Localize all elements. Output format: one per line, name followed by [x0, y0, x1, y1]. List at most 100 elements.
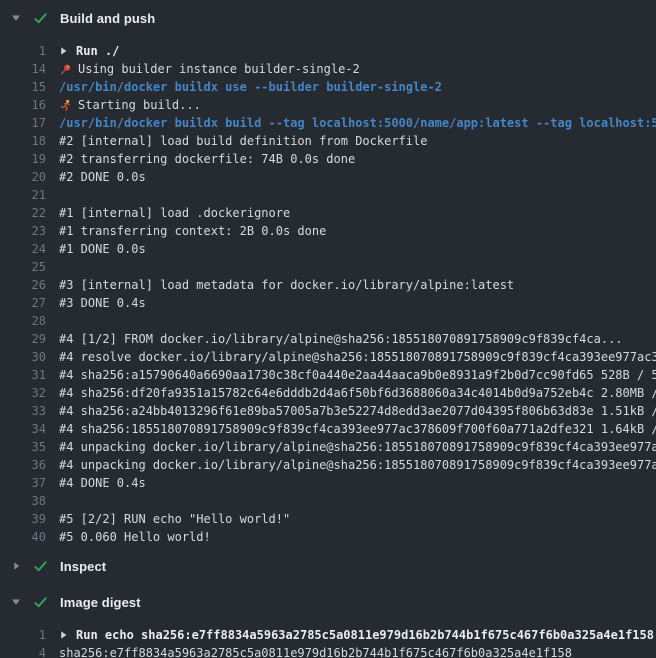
log-line: 38: [0, 492, 656, 510]
log-text: [59, 186, 656, 204]
log-line: 26 #3 [internal] load metadata for docker…: [0, 276, 656, 294]
run-group-line: 1 Run echo sha256:e7ff8834a5963a2785c5a08…: [0, 626, 656, 644]
line-number[interactable]: 31: [0, 366, 46, 384]
log-message: Run ./: [76, 42, 119, 60]
line-number[interactable]: 21: [0, 186, 46, 204]
log-message: #4 DONE 0.4s: [59, 474, 146, 492]
log-message: #4 resolve docker.io/library/alpine@sha2…: [59, 348, 656, 366]
log-line: 20 #2 DONE 0.0s: [0, 168, 656, 186]
section-title: Inspect: [60, 559, 106, 574]
line-number[interactable]: 1: [0, 42, 46, 60]
log-line: 16Starting build...: [0, 96, 656, 114]
log-line: 14 Using builder instance builder-single-…: [0, 60, 656, 78]
log-message: #2 DONE 0.0s: [59, 168, 146, 186]
caret-right-icon[interactable]: [59, 46, 68, 56]
line-number[interactable]: 19: [0, 150, 46, 168]
log-text: #5 [2/2] RUN echo "Hello world!": [59, 510, 656, 528]
pushpin-icon: [59, 63, 72, 76]
line-number[interactable]: 27: [0, 294, 46, 312]
section-header-build-and-push[interactable]: Build and push: [0, 2, 656, 34]
log-message: #1 [internal] load .dockerignore: [59, 204, 290, 222]
line-number[interactable]: 20: [0, 168, 46, 186]
log-text: #4 sha256:a15790640a6690aa1730c38cf0a440…: [59, 366, 656, 384]
log-line: 27 #3 DONE 0.4s: [0, 294, 656, 312]
log-text: #3 [internal] load metadata for docker.i…: [59, 276, 656, 294]
line-number[interactable]: 37: [0, 474, 46, 492]
log-line: 37 #4 DONE 0.4s: [0, 474, 656, 492]
caret-down-icon[interactable]: [10, 597, 22, 607]
line-number[interactable]: 1: [0, 626, 46, 644]
log-line: 30 #4 resolve docker.io/library/alpine@sh…: [0, 348, 656, 366]
log-line: 39 #5 [2/2] RUN echo "Hello world!": [0, 510, 656, 528]
log-text: Run echo sha256:e7ff8834a5963a2785c5a081…: [59, 626, 656, 644]
log-line: 32 #4 sha256:df20fa9351a15782c64e6dddb2d4…: [0, 384, 656, 402]
line-number[interactable]: 38: [0, 492, 46, 510]
section-title: Build and push: [60, 11, 155, 26]
log-text: #5 0.060 Hello world!: [59, 528, 656, 546]
log-lines: 1 Run ./ 14 Using builder instance builder-…: [0, 34, 656, 546]
log-line: 21: [0, 186, 656, 204]
log-message: #4 [1/2] FROM docker.io/library/alpine@s…: [59, 330, 623, 348]
log-text: #4 sha256:185518070891758909c9f839cf4ca3…: [59, 420, 656, 438]
log-message: #4 sha256:df20fa9351a15782c64e6dddb2d4a6…: [59, 384, 656, 402]
log-text: Run ./: [59, 42, 656, 60]
line-number[interactable]: 35: [0, 438, 46, 456]
line-number[interactable]: 16: [0, 96, 46, 114]
caret-down-icon[interactable]: [10, 13, 22, 23]
line-number[interactable]: 4: [0, 644, 46, 658]
log-line: 40 #5 0.060 Hello world!: [0, 528, 656, 546]
log-message: Run echo sha256:e7ff8834a5963a2785c5a081…: [76, 626, 654, 644]
log-text: #2 transferring dockerfile: 74B 0.0s don…: [59, 150, 656, 168]
line-number[interactable]: 17: [0, 114, 46, 132]
log-text: #4 resolve docker.io/library/alpine@sha2…: [59, 348, 656, 366]
line-number[interactable]: 26: [0, 276, 46, 294]
section-title: Image digest: [60, 595, 141, 610]
line-number[interactable]: 18: [0, 132, 46, 150]
log-message: #4 sha256:a15790640a6690aa1730c38cf0a440…: [59, 366, 656, 384]
log-text: #1 DONE 0.0s: [59, 240, 656, 258]
line-number[interactable]: 14: [0, 60, 46, 78]
log-message: Using builder instance builder-single-2: [78, 60, 360, 78]
caret-right-icon[interactable]: [10, 561, 22, 571]
line-number[interactable]: 25: [0, 258, 46, 276]
line-number[interactable]: 29: [0, 330, 46, 348]
log-line: 35#4 unpacking docker.io/library/alpine@…: [0, 438, 656, 456]
section-header-image-digest[interactable]: Image digest: [0, 586, 656, 618]
line-number[interactable]: 30: [0, 348, 46, 366]
line-number[interactable]: 28: [0, 312, 46, 330]
log-text: [59, 258, 656, 276]
log-line: 18#2 [internal] load build definition fr…: [0, 132, 656, 150]
log-line: 25: [0, 258, 656, 276]
log-line: 29 #4 [1/2] FROM docker.io/library/alpine…: [0, 330, 656, 348]
log-line: 4 sha256:e7ff8834a5963a2785c5a0811e979d16…: [0, 644, 656, 658]
log-message: sha256:e7ff8834a5963a2785c5a0811e979d16b…: [59, 644, 572, 658]
log-text: Using builder instance builder-single-2: [59, 60, 656, 78]
line-number[interactable]: 23: [0, 222, 46, 240]
log-line: 31 #4 sha256:a15790640a6690aa1730c38cf0a4…: [0, 366, 656, 384]
log-line: 23#1 transferring context: 2B 0.0s done: [0, 222, 656, 240]
line-number[interactable]: 40: [0, 528, 46, 546]
log-message: #5 [2/2] RUN echo "Hello world!": [59, 510, 290, 528]
log-text: #4 sha256:df20fa9351a15782c64e6dddb2d4a6…: [59, 384, 656, 402]
line-number[interactable]: 32: [0, 384, 46, 402]
log-text: /usr/bin/docker buildx build --tag local…: [59, 114, 656, 132]
line-number[interactable]: 39: [0, 510, 46, 528]
line-number[interactable]: 22: [0, 204, 46, 222]
section-header-inspect[interactable]: Inspect: [0, 550, 656, 582]
log-line: 24 #1 DONE 0.0s: [0, 240, 656, 258]
line-number[interactable]: 34: [0, 420, 46, 438]
log-message: #5 0.060 Hello world!: [59, 528, 211, 546]
line-number[interactable]: 24: [0, 240, 46, 258]
log-text: sha256:e7ff8834a5963a2785c5a0811e979d16b…: [59, 644, 656, 658]
log-message: /usr/bin/docker buildx build --tag local…: [59, 114, 656, 132]
log-text: #4 DONE 0.4s: [59, 474, 656, 492]
line-number[interactable]: 36: [0, 456, 46, 474]
line-number[interactable]: 15: [0, 78, 46, 96]
log-line: 19 #2 transferring dockerfile: 74B 0.0s d…: [0, 150, 656, 168]
check-icon: [32, 559, 48, 574]
line-number[interactable]: 33: [0, 402, 46, 420]
check-icon: [32, 595, 48, 610]
log-text: #4 [1/2] FROM docker.io/library/alpine@s…: [59, 330, 656, 348]
caret-right-icon[interactable]: [59, 630, 68, 640]
log-message: #3 DONE 0.4s: [59, 294, 146, 312]
